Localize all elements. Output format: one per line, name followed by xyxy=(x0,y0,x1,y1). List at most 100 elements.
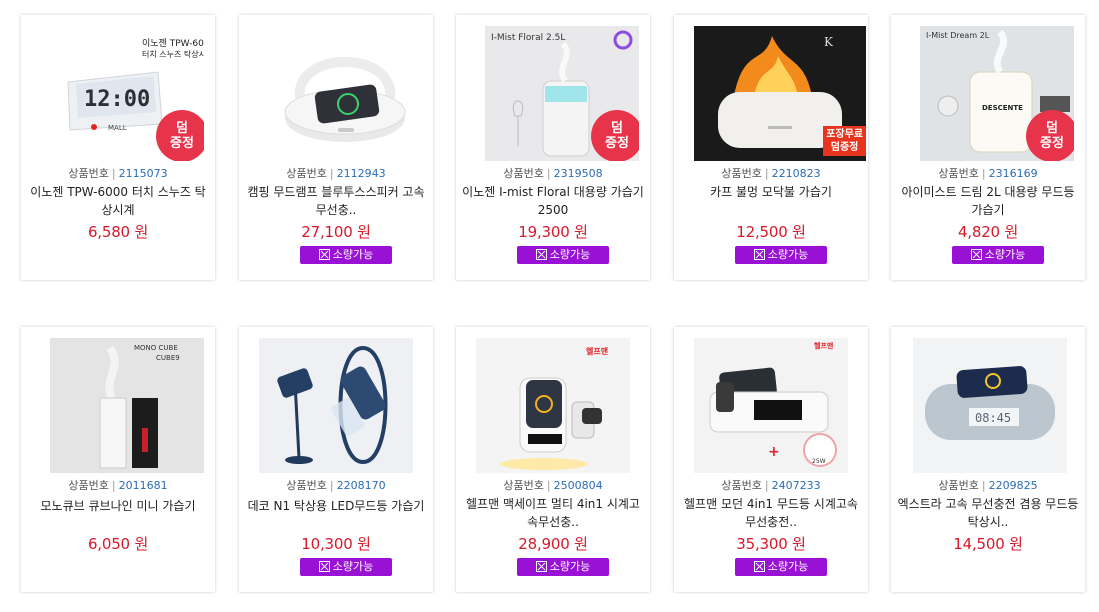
box-icon xyxy=(318,249,330,260)
product-image[interactable]: 헬프맨 25W + xyxy=(694,338,850,473)
product-code-label: 상품번호 xyxy=(721,479,762,492)
product-image[interactable]: I-Mist Floral 2.5L 덤 증정 xyxy=(485,26,639,161)
image-caption: 헬프맨 xyxy=(814,341,834,350)
product-code-value: 2115073 xyxy=(118,167,168,180)
product-code-label: 상품번호 xyxy=(503,479,544,492)
small-quantity-badge: 소량가능 xyxy=(952,246,1044,264)
product-code-label: 상품번호 xyxy=(938,167,979,180)
image-caption: 헬프맨 xyxy=(586,346,608,356)
product-name[interactable]: 이노젠 I-mist Floral 대용량 가습기 2500 xyxy=(462,183,644,219)
product-code: 상품번호 | 2208170 xyxy=(239,477,433,493)
box-icon xyxy=(318,561,330,572)
product-card[interactable]: 이노젠 TPW-6000 터치 스누즈 탁상시계 12:00 MALL 덤증정 … xyxy=(21,15,215,280)
product-name[interactable]: 이노젠 TPW-6000 터치 스누즈 탁상시계 xyxy=(27,183,209,219)
product-code: 상품번호 | 2011681 xyxy=(21,477,215,493)
wireless-charger-clock-product-image: 헬프맨 xyxy=(476,338,630,473)
product-card[interactable]: 08:45 상품번호 | 2209825 엑스트라 고속 무선충전 겸용 무드등탁상… xyxy=(891,327,1085,592)
gift-badge: 덤 증정 xyxy=(1026,110,1074,161)
product-code-value: 2500804 xyxy=(553,479,603,492)
product-price: 14,500 원 xyxy=(953,535,1023,553)
product-image[interactable]: 이노젠 TPW-6000 터치 스누즈 탁상시계 12:00 MALL 덤증정 xyxy=(50,26,204,161)
product-name[interactable]: 데코 N1 탁상용 LED무드등 가습기 xyxy=(245,497,427,515)
small-quantity-badge: 소량가능 xyxy=(300,558,392,576)
product-code: 상품번호 | 2316169 xyxy=(891,165,1085,181)
product-code-label: 상품번호 xyxy=(938,479,979,492)
separator: | xyxy=(329,167,334,180)
led-lamp-product-image xyxy=(259,338,413,473)
product-code-label: 상품번호 xyxy=(721,167,762,180)
separator: | xyxy=(981,167,986,180)
small-quantity-badge: 소량가능 xyxy=(735,246,827,264)
product-card[interactable]: 상품번호 | 2208170 데코 N1 탁상용 LED무드등 가습기 10,300… xyxy=(239,327,433,592)
product-price: 12,500 원 xyxy=(736,223,806,241)
separator: | xyxy=(111,167,116,180)
product-price: 28,900 원 xyxy=(518,535,588,553)
image-caption: CUBE9 xyxy=(156,354,180,362)
product-card[interactable]: 헬프맨 상품번호 | 2500804 헬프맨 맥세이프 멀티 4in1 시계고속무선… xyxy=(456,327,650,592)
product-price: 27,100 원 xyxy=(301,223,371,241)
separator: | xyxy=(981,479,986,492)
gift-badge: 덤 증정 xyxy=(591,110,639,161)
image-caption: DESCENTE xyxy=(982,104,1023,112)
product-price: 19,300 원 xyxy=(518,223,588,241)
product-card[interactable]: I-Mist Floral 2.5L 덤 증정 상품번호 | 2319508 이노젠 … xyxy=(456,15,650,280)
product-price: 6,580 원 xyxy=(87,223,149,241)
product-image[interactable]: 헬프맨 xyxy=(476,338,632,473)
product-name[interactable]: 카프 불멍 모닥불 가습기 xyxy=(680,183,862,201)
small-quantity-badge: 소량가능 xyxy=(517,246,609,264)
image-caption: MALL xyxy=(108,124,127,132)
product-code-value: 2407233 xyxy=(771,479,821,492)
product-price: 35,300 원 xyxy=(736,535,806,553)
product-price: 6,050 원 xyxy=(87,535,149,553)
box-icon xyxy=(970,249,982,260)
product-name[interactable]: 헬프맨 맥세이프 멀티 4in1 시계고속무선충.. xyxy=(462,495,644,531)
product-code-label: 상품번호 xyxy=(286,479,327,492)
gift-badge: 덤 증정 xyxy=(156,110,204,161)
product-card[interactable]: K 포장무료 덤증정 상품번호 | 2210823 카프 불멍 모닥불 가습기 12,… xyxy=(674,15,868,280)
image-caption: MONO CUBE xyxy=(134,344,178,352)
product-image[interactable]: K 포장무료 덤증정 xyxy=(694,26,866,161)
product-code-value: 2316169 xyxy=(988,167,1038,180)
product-image[interactable]: I-Mist Dream 2L DESCENTE 덤 증정 xyxy=(920,26,1074,161)
product-card[interactable]: 상품번호 | 2112943 캠핑 무드램프 블루투스스피커 고속무선충.. 27,… xyxy=(239,15,433,280)
product-card[interactable]: MONO CUBE CUBE9 상품번호 | 2011681 모노큐브 큐브나인 미… xyxy=(21,327,215,592)
product-code: 상품번호 | 2210823 xyxy=(674,165,868,181)
small-quantity-badge: 소량가능 xyxy=(300,246,392,264)
product-name[interactable]: 아이미스트 드림 2L 대용량 무드등 가습기 xyxy=(897,183,1079,219)
product-code-value: 2112943 xyxy=(336,167,386,180)
image-caption: 터치 스누즈 탁상시계 xyxy=(142,49,204,59)
svg-text:+: + xyxy=(768,444,780,460)
mini-humidifier-product-image: MONO CUBE CUBE9 xyxy=(50,338,204,473)
product-code-value: 2209825 xyxy=(988,479,1038,492)
product-code-label: 상품번호 xyxy=(68,479,109,492)
image-caption: 25W xyxy=(812,458,826,465)
product-code-value: 2319508 xyxy=(553,167,603,180)
product-name[interactable]: 엑스트라 고속 무선충전 겸용 무드등탁상시.. xyxy=(897,495,1079,531)
separator: | xyxy=(546,167,551,180)
product-name[interactable]: 캠핑 무드램프 블루투스스피커 고속무선충.. xyxy=(245,183,427,219)
product-image[interactable]: MONO CUBE CUBE9 xyxy=(50,338,204,473)
small-quantity-badge: 소량가능 xyxy=(517,558,609,576)
image-caption: I-Mist Dream 2L xyxy=(926,31,990,40)
charger-clock-product-image: 08:45 xyxy=(913,338,1067,473)
product-code: 상품번호 | 2407233 xyxy=(674,477,868,493)
product-image[interactable] xyxy=(259,338,415,473)
product-image[interactable] xyxy=(268,26,422,161)
product-code: 상품번호 | 2112943 xyxy=(239,165,433,181)
product-name[interactable]: 모노큐브 큐브나인 미니 가습기 xyxy=(27,497,209,515)
product-code-label: 상품번호 xyxy=(503,167,544,180)
product-code-value: 2208170 xyxy=(336,479,386,492)
separator: | xyxy=(764,167,769,180)
lamp-speaker-product-image xyxy=(268,26,422,161)
product-price: 10,300 원 xyxy=(301,535,371,553)
product-image[interactable]: 08:45 xyxy=(913,338,1069,473)
product-name[interactable]: 헬프맨 모던 4in1 무드등 시계고속무선충전.. xyxy=(680,495,862,531)
product-card[interactable]: 헬프맨 25W + 상품번호 | 2407233 헬프맨 모던 4in1 무드등 시… xyxy=(674,327,868,592)
small-quantity-badge: 소량가능 xyxy=(735,558,827,576)
product-code-label: 상품번호 xyxy=(68,167,109,180)
image-caption: 이노젠 TPW-6000 xyxy=(142,38,204,49)
product-code: 상품번호 | 2500804 xyxy=(456,477,650,493)
image-caption: 08:45 xyxy=(975,411,1011,425)
product-card[interactable]: I-Mist Dream 2L DESCENTE 덤 증정 상품번호 | 231616… xyxy=(891,15,1085,280)
box-icon xyxy=(753,561,765,572)
